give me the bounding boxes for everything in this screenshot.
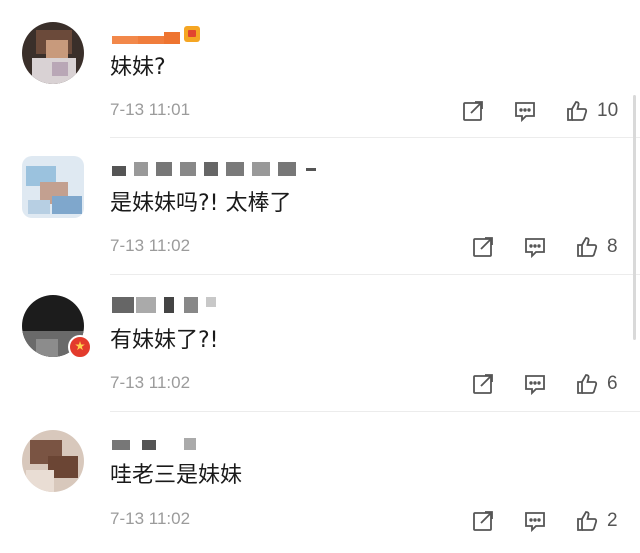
comment-text: 有妹妹了?!: [110, 328, 219, 353]
comment-item: 哇老三是妹妹 7-13 11:02 2: [0, 412, 640, 553]
comment-item: 妹妹? 7-13 11:01 10: [0, 0, 640, 138]
comment-item: 是妹妹吗?! 太棒了 7-13 11:02 8: [0, 138, 640, 275]
avatar[interactable]: [22, 156, 84, 218]
username-redacted[interactable]: [110, 436, 200, 454]
like-count: 6: [607, 373, 618, 394]
reply-button[interactable]: [523, 371, 547, 397]
comment-time: 7-13 11:02: [110, 509, 191, 528]
reply-icon: [525, 512, 545, 533]
share-button[interactable]: [471, 508, 495, 534]
comment-time: 7-13 11:02: [110, 373, 191, 392]
like-count: 10: [597, 100, 619, 121]
reply-icon: [525, 375, 545, 396]
reply-icon: [525, 238, 545, 259]
avatar[interactable]: [22, 430, 84, 492]
comment-actions: 10: [455, 98, 635, 126]
reply-icon: [515, 102, 535, 123]
like-button[interactable]: 8: [575, 234, 618, 260]
official-badge-icon: [68, 335, 92, 359]
username-redacted[interactable]: [110, 26, 210, 46]
comment-actions: 6: [465, 371, 635, 399]
comment-item: 有妹妹了?! 7-13 11:02 6: [0, 275, 640, 412]
share-icon: [473, 511, 493, 531]
share-button[interactable]: [461, 98, 485, 124]
like-button[interactable]: 6: [575, 371, 618, 397]
reply-button[interactable]: [523, 508, 547, 534]
like-button[interactable]: 2: [575, 508, 618, 534]
comment-time: 7-13 11:02: [110, 236, 191, 255]
share-icon: [473, 374, 493, 394]
share-icon: [473, 237, 493, 257]
like-count: 2: [607, 510, 618, 531]
thumbs-up-icon: [567, 101, 588, 121]
thumbs-up-icon: [577, 374, 598, 394]
comment-text: 哇老三是妹妹: [110, 463, 243, 488]
comment-actions: 2: [465, 508, 635, 536]
like-button[interactable]: 10: [565, 98, 618, 124]
reply-button[interactable]: [513, 98, 537, 124]
reply-button[interactable]: [523, 234, 547, 260]
username-redacted[interactable]: [110, 295, 230, 313]
share-button[interactable]: [471, 371, 495, 397]
comment-text: 妹妹?: [110, 55, 166, 80]
comment-text: 是妹妹吗?! 太棒了: [110, 191, 292, 216]
share-icon: [463, 101, 483, 121]
avatar[interactable]: [22, 22, 84, 84]
scrollbar[interactable]: [633, 95, 636, 340]
like-count: 8: [607, 236, 618, 257]
username-redacted[interactable]: [110, 158, 340, 176]
thumbs-up-icon: [577, 237, 598, 257]
share-button[interactable]: [471, 234, 495, 260]
comment-time: 7-13 11:01: [110, 100, 191, 119]
thumbs-up-icon: [577, 511, 598, 531]
vip-badge-icon: [184, 26, 200, 42]
comment-actions: 8: [465, 234, 635, 262]
